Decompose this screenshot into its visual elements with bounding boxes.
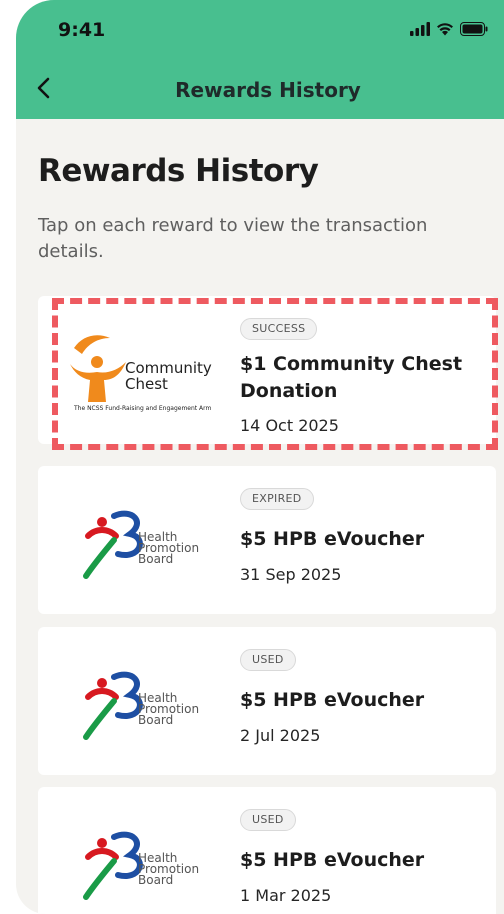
status-icons [410,22,488,36]
signal-icon [410,22,430,36]
reward-title: $5 HPB eVoucher [240,689,425,711]
reward-title: $1 Community Chest Donation [240,353,463,402]
community-chest-line2: Chest [125,375,168,393]
wifi-icon [437,23,453,36]
reward-date: 2 Jul 2025 [240,726,321,745]
status-badge: USED [240,809,296,831]
battery-icon [460,22,488,36]
status-badge: SUCCESS [240,318,318,340]
hpb-line3: Board [138,552,174,566]
hpb-logo: Health Promotion Board [52,480,220,600]
status-badge: EXPIRED [240,488,314,510]
hpb-logo: Health Promotion Board [52,801,220,914]
community-chest-logo: Community Chest The NCSS Fund-Raising an… [52,310,220,430]
reward-card-hpb[interactable]: Health Promotion Board EXPIRED $5 HPB eV… [38,466,496,614]
reward-title: $5 HPB eVoucher [240,528,425,550]
nav-title: Rewards History [175,78,361,102]
hpb-line3: Board [138,713,174,727]
app-header: 9:41 Rewards History [16,0,504,119]
reward-title: $5 HPB eVoucher [240,849,425,871]
page-description: Tap on each reward to view the transacti… [38,215,428,262]
reward-date: 31 Sep 2025 [240,565,342,584]
hpb-logo: Health Promotion Board [52,641,220,761]
page-title: Rewards History [38,153,319,189]
reward-card-hpb[interactable]: Health Promotion Board USED $5 HPB eVouc… [38,787,496,914]
reward-card-community-chest[interactable]: Community Chest The NCSS Fund-Raising an… [38,296,496,444]
reward-date: 1 Mar 2025 [240,886,332,905]
status-time: 9:41 [58,19,106,41]
status-badge: USED [240,649,296,671]
reward-date: 14 Oct 2025 [240,416,339,435]
phone-screen: 9:41 Rewards History Rewards History Tap… [16,0,504,914]
community-chest-tagline: The NCSS Fund-Raising and Engagement Arm [74,405,212,412]
hpb-line3: Board [138,873,174,887]
community-chest-line1: Community [125,359,212,377]
reward-card-hpb[interactable]: Health Promotion Board USED $5 HPB eVouc… [38,627,496,775]
